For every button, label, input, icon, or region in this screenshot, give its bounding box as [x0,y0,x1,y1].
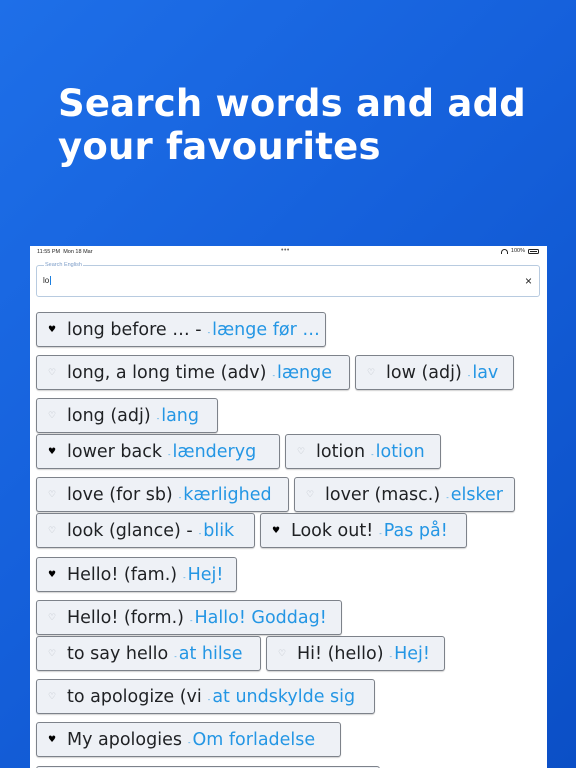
battery-percent: 100% [510,248,525,254]
danish-term: at undskylde sig [212,686,356,707]
word-chip[interactable]: ♡ lotion - lotion [285,434,441,469]
word-chip[interactable]: ♡ Hello! (form.) - Hallo! Goddag! [36,600,342,635]
english-term: to apologize (vi [67,686,202,707]
english-term: low (adj) [386,362,462,383]
separator: - [183,573,186,582]
english-term: long (adj) [67,405,151,426]
word-chip[interactable]: ♡ lover (masc.) - elsker [294,477,515,512]
word-chip[interactable]: ♡ to say hello - at hilse [36,636,261,671]
danish-term: blik [203,520,235,541]
separator: - [446,493,449,502]
english-term: lotion [316,441,366,462]
favourite-heart-icon[interactable]: ♥ [37,325,67,335]
app-screen: 11:55 PM Mon 18 Mar ••• 100% Search Engl… [30,246,547,768]
favourite-outline-icon[interactable]: ♡ [37,411,67,421]
separator: - [379,529,382,538]
favourite-outline-icon[interactable]: ♡ [286,447,316,457]
english-term: Hi! (hello) [297,643,384,664]
battery-icon [528,248,539,254]
separator: - [198,529,202,538]
danish-term: lang [161,405,200,426]
danish-term: at hilse [178,643,243,664]
favourite-heart-icon[interactable]: ♥ [37,570,67,580]
word-chip[interactable]: ♡ look (glance) - - blik [36,513,255,548]
search-input[interactable]: Search English lo × [36,262,540,297]
danish-term: Hej! [394,643,430,664]
separator: - [174,652,177,661]
separator: - [467,371,471,380]
word-chip[interactable]: ♡ long, a long time (adv) - længe [36,355,350,390]
english-term: long, a long time (adv) [67,362,267,383]
status-indicators: 100% [500,248,539,254]
status-bar: 11:55 PM Mon 18 Mar ••• 100% [30,246,547,259]
danish-term: Hallo! Goddag! [194,607,327,628]
status-time: 11:55 PM Mon 18 Mar [37,249,93,255]
favourite-heart-icon[interactable]: ♥ [261,526,291,536]
favourite-outline-icon[interactable]: ♡ [37,526,67,536]
wifi-icon [500,248,508,254]
word-chip[interactable]: ♥ long before … - - længe før … [36,312,326,347]
separator: - [178,493,182,502]
word-chip[interactable]: ♥ My apologies - Om forladelse [36,722,341,757]
word-chip[interactable]: ♥ Hello! (fam.) - Hej! [36,557,237,592]
separator: - [371,450,374,459]
clear-icon[interactable]: × [525,274,532,288]
separator: - [168,450,171,459]
english-term: My apologies [67,729,182,750]
favourite-outline-icon[interactable]: ♡ [37,692,67,702]
favourite-outline-icon[interactable]: ♡ [37,613,67,623]
danish-term: længe [277,362,333,383]
separator: - [272,371,275,380]
favourite-heart-icon[interactable]: ♥ [37,447,67,457]
separator: - [389,652,393,661]
favourite-outline-icon[interactable]: ♡ [356,368,386,378]
word-chip[interactable]: ♥ lower back - lænderyg [36,434,280,469]
word-chip[interactable]: ♡ long (adj) - lang [36,398,218,433]
word-chip[interactable]: ♥ Look out! - Pas på! [260,513,467,548]
search-value[interactable]: lo [43,276,52,286]
danish-term: lotion [375,441,425,462]
word-chip[interactable]: ♡ Hi! (hello) - Hej! [266,636,445,671]
favourite-outline-icon[interactable]: ♡ [37,649,67,659]
favourite-outline-icon[interactable]: ♡ [37,368,67,378]
favourite-outline-icon[interactable]: ♡ [37,490,67,500]
favourite-outline-icon[interactable]: ♡ [267,649,297,659]
danish-term: elsker [450,484,503,505]
danish-term: lænderyg [172,441,257,462]
word-chip[interactable]: ♡ love (for sb) - kærlighed [36,477,289,512]
english-term: Look out! [291,520,374,541]
danish-term: længe før … [212,319,320,340]
search-label: Search English [44,262,83,268]
promo-headline: Search words and add your favourites [58,82,526,168]
english-term: long before … - [67,319,202,340]
separator: - [207,695,211,704]
favourite-heart-icon[interactable]: ♥ [37,735,67,745]
separator: - [156,414,160,423]
danish-term: lav [472,362,499,383]
multitasking-dots[interactable]: ••• [281,247,290,254]
danish-term: Pas på! [383,520,448,541]
word-chip[interactable]: ♡ low (adj) - lav [355,355,514,390]
english-term: lower back [67,441,162,462]
text-caret [50,276,52,286]
english-term: Hello! (fam.) [67,564,178,585]
separator: - [189,616,193,625]
english-term: to say hello [67,643,169,664]
danish-term: kærlighed [183,484,272,505]
word-chip[interactable]: ♡ to apologize (vi - at undskylde sig [36,679,375,714]
english-term: lover (masc.) [325,484,441,505]
danish-term: Hej! [187,564,224,585]
danish-term: Om forladelse [192,729,316,750]
english-term: Hello! (form.) [67,607,184,628]
favourite-outline-icon[interactable]: ♡ [295,490,325,500]
english-term: love (for sb) [67,484,173,505]
separator: - [207,328,211,337]
separator: - [187,738,191,747]
english-term: look (glance) - [67,520,193,541]
